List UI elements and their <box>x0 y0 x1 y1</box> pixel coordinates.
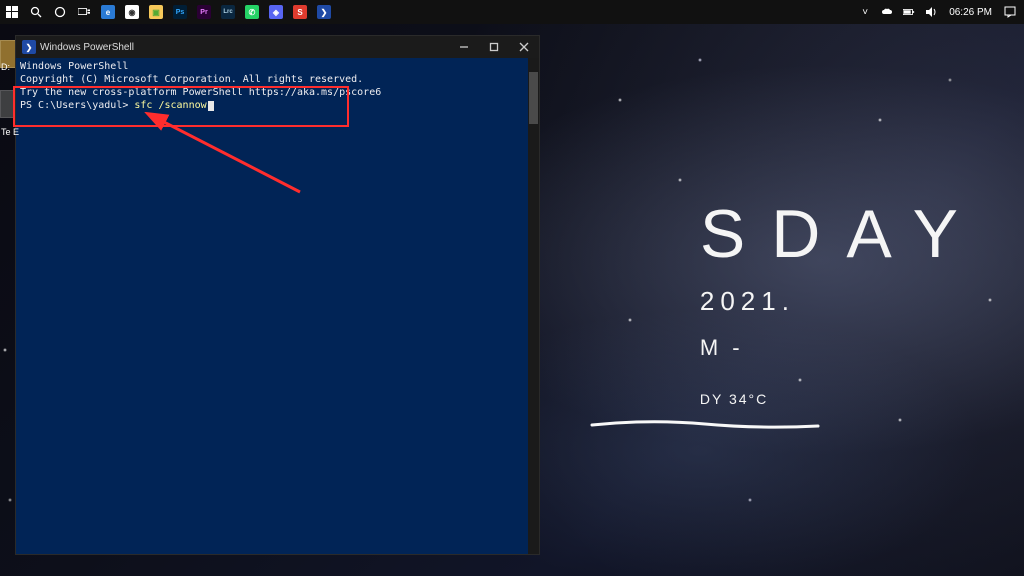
clock[interactable]: 06:26 PM <box>945 7 996 18</box>
close-button[interactable] <box>509 36 539 58</box>
photoshop-taskbar-item[interactable]: Ps <box>168 0 192 24</box>
window-controls <box>449 36 539 58</box>
start-icon <box>6 6 18 18</box>
taskbar-left: e ◉ ▣ Ps Pr Lrc ✆ ◈ S ❯ <box>0 0 336 24</box>
premiere-taskbar-item[interactable]: Pr <box>192 0 216 24</box>
lightroom-taskbar-item[interactable]: Lrc <box>216 0 240 24</box>
widget-temp-text: DY 34°C <box>700 391 984 407</box>
whatsapp-icon: ✆ <box>245 5 259 19</box>
titlebar[interactable]: ❯ Windows PowerShell <box>16 36 539 58</box>
explorer-taskbar-item[interactable]: ▣ <box>144 0 168 24</box>
terminal-scrollbar[interactable] <box>528 58 539 554</box>
terminal-body[interactable]: Windows PowerShell Copyright (C) Microso… <box>16 58 539 554</box>
explorer-icon: ▣ <box>149 5 163 19</box>
battery-tray-icon[interactable] <box>901 4 917 20</box>
desktop-label-te: Te E <box>1 127 19 137</box>
chrome-icon: ◉ <box>125 5 139 19</box>
discord-icon: ◈ <box>269 5 283 19</box>
taskview-icon <box>78 6 90 18</box>
typed-command: sfc /scannow <box>134 100 206 111</box>
cortana-icon <box>54 6 66 18</box>
prompt-prefix: PS C:\Users\yadul> <box>20 100 134 111</box>
widget-meridiem-text: M - <box>700 335 984 361</box>
action-center-icon[interactable] <box>1002 4 1018 20</box>
powershell-window: ❯ Windows PowerShell Windows PowerShell … <box>15 35 540 555</box>
desktop-label-d: D: <box>1 62 10 72</box>
rainmeter-widget: SDAY 2021. M - DY 34°C <box>700 200 984 407</box>
cursor <box>208 101 214 111</box>
terminal-line-header: Windows PowerShell <box>20 60 535 73</box>
search-icon <box>30 6 42 18</box>
powershell-window-icon: ❯ <box>22 40 36 54</box>
snagit-taskbar-item[interactable]: S <box>288 0 312 24</box>
terminal-line-try: Try the new cross-platform PowerShell ht… <box>20 86 535 99</box>
taskview-button[interactable] <box>72 0 96 24</box>
minimize-button[interactable] <box>449 36 479 58</box>
onedrive-tray-icon[interactable] <box>879 4 895 20</box>
chrome-taskbar-item[interactable]: ◉ <box>120 0 144 24</box>
system-tray: ˅ 06:26 PM <box>857 4 1024 20</box>
lightroom-icon: Lrc <box>221 5 235 19</box>
discord-taskbar-item[interactable]: ◈ <box>264 0 288 24</box>
edge-taskbar-item[interactable]: e <box>96 0 120 24</box>
widget-underline <box>590 415 820 419</box>
window-title: Windows PowerShell <box>40 42 134 53</box>
photoshop-icon: Ps <box>173 5 187 19</box>
start-button[interactable] <box>0 0 24 24</box>
cortana-button[interactable] <box>48 0 72 24</box>
desktop: e ◉ ▣ Ps Pr Lrc ✆ ◈ S ❯ ˅ 06:26 PM D: Te… <box>0 0 1024 576</box>
powershell-taskbar-item[interactable]: ❯ <box>312 0 336 24</box>
edge-icon: e <box>101 5 115 19</box>
snagit-icon: S <box>293 5 307 19</box>
tray-chevron[interactable]: ˅ <box>857 4 873 20</box>
powershell-icon: ❯ <box>317 5 331 19</box>
volume-tray-icon[interactable] <box>923 4 939 20</box>
premiere-icon: Pr <box>197 5 211 19</box>
widget-day-text: SDAY <box>700 200 984 268</box>
widget-year-text: 2021. <box>700 286 984 317</box>
terminal-line-copyright: Copyright (C) Microsoft Corporation. All… <box>20 73 535 86</box>
taskbar: e ◉ ▣ Ps Pr Lrc ✆ ◈ S ❯ ˅ 06:26 PM <box>0 0 1024 24</box>
whatsapp-taskbar-item[interactable]: ✆ <box>240 0 264 24</box>
search-button[interactable] <box>24 0 48 24</box>
maximize-button[interactable] <box>479 36 509 58</box>
terminal-prompt-line: PS C:\Users\yadul> sfc /scannow <box>20 99 535 112</box>
